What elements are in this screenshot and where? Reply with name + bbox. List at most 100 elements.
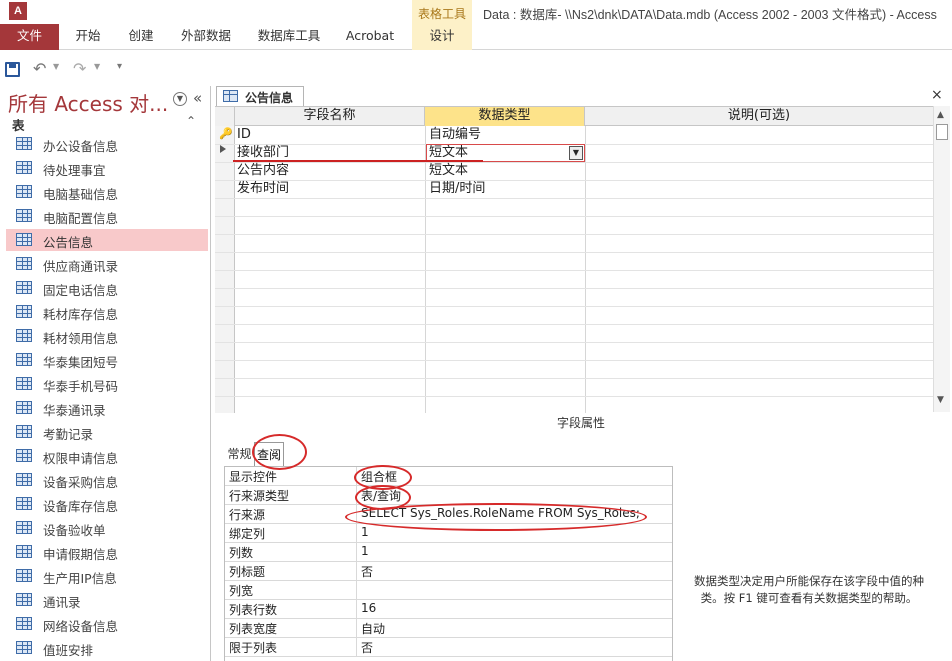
nav-group-tables[interactable]: 表 ⌃ bbox=[0, 113, 211, 133]
nav-item-table[interactable]: 耗材库存信息 bbox=[6, 301, 208, 323]
field-name-cell[interactable]: 发布时间 bbox=[237, 180, 289, 198]
grid-vertical-scrollbar[interactable]: ▲ ▼ bbox=[933, 106, 950, 412]
nav-item-label: 华泰通讯录 bbox=[43, 403, 106, 418]
property-row[interactable]: 行来源类型 表/查询 bbox=[225, 486, 672, 505]
nav-item-table[interactable]: 华泰集团短号 bbox=[6, 349, 208, 371]
field-properties-title: 字段属性 bbox=[557, 416, 606, 430]
table-icon bbox=[16, 569, 32, 582]
undo-dropdown-icon[interactable]: ▼ bbox=[53, 62, 59, 71]
scroll-up-icon[interactable]: ▲ bbox=[937, 110, 944, 120]
nav-item-table[interactable]: 公告信息 bbox=[6, 229, 208, 251]
redo-icon[interactable]: ↷ bbox=[73, 59, 86, 78]
grid-row-line bbox=[215, 306, 933, 307]
nav-item-label: 耗材领用信息 bbox=[43, 331, 119, 346]
property-divider bbox=[356, 638, 357, 657]
data-type-cell[interactable]: 自动编号 bbox=[429, 126, 481, 144]
help-text: 数据类型决定用户所能保存在该字段中值的种类。按 F1 键可查看有关数据类型的帮助… bbox=[694, 574, 924, 605]
nav-item-table[interactable]: 电脑基础信息 bbox=[6, 181, 208, 203]
navigation-pane: 所有 Access 对... ▼ « 表 ⌃ 办公设备信息 待处理事宜 电脑基础信息… bbox=[0, 86, 211, 661]
undo-icon[interactable]: ↶ bbox=[33, 59, 46, 78]
property-value[interactable]: 1 bbox=[361, 544, 369, 558]
annotation-circle-row-source bbox=[345, 503, 647, 531]
type-dropdown-chevron-icon[interactable]: ▼ bbox=[569, 146, 583, 160]
tab-file[interactable]: 文件 bbox=[0, 24, 59, 50]
nav-item-table[interactable]: 耗材领用信息 bbox=[6, 325, 208, 347]
nav-item-label: 办公设备信息 bbox=[43, 139, 119, 154]
nav-item-table[interactable]: 待处理事宜 bbox=[6, 157, 208, 179]
tab-acrobat[interactable]: Acrobat bbox=[338, 24, 402, 50]
table-icon bbox=[16, 161, 32, 174]
grid-header: 字段名称 数据类型 说明(可选) bbox=[215, 107, 933, 126]
select-all-corner[interactable] bbox=[215, 107, 235, 126]
nav-item-table[interactable]: 值班安排 bbox=[6, 637, 208, 659]
property-label: 列宽 bbox=[229, 584, 254, 598]
nav-item-table[interactable]: 权限申请信息 bbox=[6, 445, 208, 467]
redo-dropdown-icon[interactable]: ▼ bbox=[94, 62, 100, 71]
grid-row-line bbox=[215, 378, 933, 379]
nav-item-table[interactable]: 电脑配置信息 bbox=[6, 205, 208, 227]
field-name-cell[interactable]: ID bbox=[237, 126, 251, 144]
close-document-icon[interactable]: × bbox=[931, 87, 943, 103]
property-value[interactable]: 否 bbox=[361, 639, 373, 656]
header-field-name: 字段名称 bbox=[235, 107, 425, 126]
grid-row-line bbox=[215, 198, 933, 199]
primary-key-icon: 🔑 bbox=[219, 127, 233, 140]
nav-item-table[interactable]: 固定电话信息 bbox=[6, 277, 208, 299]
nav-item-table[interactable]: 生产用IP信息 bbox=[6, 565, 208, 587]
property-row[interactable]: 列表宽度 自动 bbox=[225, 619, 672, 638]
property-value[interactable]: 1 bbox=[361, 525, 369, 539]
nav-item-table[interactable]: 供应商通讯录 bbox=[6, 253, 208, 275]
nav-item-table[interactable]: 申请假期信息 bbox=[6, 541, 208, 563]
data-type-cell[interactable]: 短文本 bbox=[429, 162, 468, 180]
nav-item-table[interactable]: 考勤记录 bbox=[6, 421, 208, 443]
nav-item-table[interactable]: 华泰通讯录 bbox=[6, 397, 208, 419]
nav-menu-chevron-icon[interactable]: ▼ bbox=[173, 92, 187, 106]
property-row[interactable]: 列宽 bbox=[225, 581, 672, 600]
nav-item-table[interactable]: 网络设备信息 bbox=[6, 613, 208, 635]
tab-create[interactable]: 创建 bbox=[119, 24, 163, 50]
grid-row-line bbox=[215, 162, 933, 163]
tab-design[interactable]: 设计 bbox=[412, 24, 472, 50]
table-icon bbox=[16, 209, 32, 222]
lookup-properties-grid: 显示控件 组合框 行来源类型 表/查询 行来源 SELECT Sys_Roles.Role… bbox=[224, 466, 673, 661]
tab-external-data[interactable]: 外部数据 bbox=[172, 24, 240, 50]
nav-item-table[interactable]: 设备库存信息 bbox=[6, 493, 208, 515]
property-row[interactable]: 显示控件 组合框 bbox=[225, 467, 672, 486]
property-value[interactable]: 否 bbox=[361, 563, 373, 580]
property-label: 列表宽度 bbox=[229, 622, 278, 636]
tab-home[interactable]: 开始 bbox=[64, 24, 112, 50]
nav-item-table[interactable]: 华泰手机号码 bbox=[6, 373, 208, 395]
table-icon bbox=[16, 449, 32, 462]
nav-item-table[interactable]: 设备验收单 bbox=[6, 517, 208, 539]
nav-item-label: 申请假期信息 bbox=[43, 547, 119, 562]
data-type-cell[interactable]: 日期/时间 bbox=[429, 180, 485, 198]
grid-row-line bbox=[215, 270, 933, 271]
nav-item-label: 供应商通讯录 bbox=[43, 259, 119, 274]
property-row[interactable]: 列表行数 16 bbox=[225, 600, 672, 619]
nav-item-table[interactable]: 设备采购信息 bbox=[6, 469, 208, 491]
property-value[interactable]: 16 bbox=[361, 601, 376, 615]
nav-item-label: 设备验收单 bbox=[43, 523, 106, 538]
nav-collapse-icon[interactable]: « bbox=[193, 89, 202, 107]
property-row[interactable]: 列标题 否 bbox=[225, 562, 672, 581]
save-icon[interactable] bbox=[5, 62, 20, 77]
property-value[interactable]: 自动 bbox=[361, 620, 385, 637]
nav-item-table[interactable]: 通讯录 bbox=[6, 589, 208, 611]
property-row[interactable]: 列数 1 bbox=[225, 543, 672, 562]
document-tab[interactable]: 公告信息 bbox=[216, 86, 304, 107]
nav-item-label: 耗材库存信息 bbox=[43, 307, 119, 322]
property-divider bbox=[356, 600, 357, 619]
window-title: Data : 数据库- \\Ns2\dnk\DATA\Data.mdb (Acc… bbox=[483, 8, 937, 22]
property-row[interactable]: 限于列表 否 bbox=[225, 638, 672, 657]
group-collapse-icon[interactable]: ⌃ bbox=[186, 114, 196, 128]
customize-qat-icon[interactable]: ▾ bbox=[117, 61, 122, 72]
tab-database-tools[interactable]: 数据库工具 bbox=[250, 24, 328, 50]
tab-general[interactable]: 常规 bbox=[225, 445, 254, 465]
nav-item-table[interactable]: 办公设备信息 bbox=[6, 133, 208, 155]
field-name-cell[interactable]: 公告内容 bbox=[237, 162, 289, 180]
grid-row-line bbox=[215, 234, 933, 235]
table-icon bbox=[16, 305, 32, 318]
property-divider bbox=[356, 562, 357, 581]
scroll-thumb[interactable] bbox=[936, 124, 948, 140]
scroll-down-icon[interactable]: ▼ bbox=[937, 395, 944, 405]
